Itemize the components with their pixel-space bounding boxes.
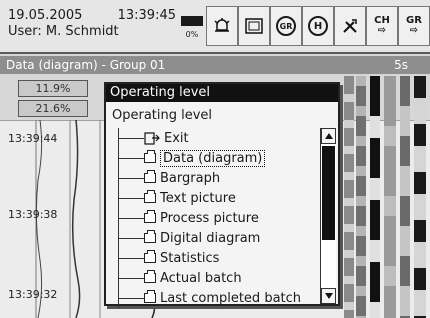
- menu-item-statistics[interactable]: Statistics: [118, 248, 219, 268]
- scroll-up-button[interactable]: [321, 128, 336, 144]
- menu-item-label: Digital diagram: [160, 230, 261, 246]
- channel-next-button[interactable]: CH ⇨: [366, 6, 398, 46]
- alarm-icon: [214, 18, 230, 32]
- timestamp-1: 13:39:44: [8, 132, 58, 145]
- menu-title: Operating level: [106, 84, 338, 102]
- digital-strip-5: [400, 76, 410, 318]
- menu-item-bargraph[interactable]: Bargraph: [118, 168, 220, 188]
- status-time: 13:39:45: [117, 8, 176, 23]
- menu-item-data-diagram[interactable]: Data (diagram): [118, 148, 266, 168]
- menu-item-label: Process picture: [160, 210, 259, 226]
- alarm-button[interactable]: [206, 6, 238, 46]
- scroll-down-button[interactable]: [321, 288, 336, 304]
- tree-branch: [118, 257, 144, 259]
- folder-icon: [144, 250, 156, 263]
- timestamp-2: 13:39:38: [8, 208, 58, 221]
- menu-item-exit[interactable]: Exit: [118, 128, 189, 148]
- folder-icon: [144, 230, 156, 243]
- tree-branch: [118, 237, 144, 239]
- top-status-bar: 19.05.2005 13:39:45 User: M. Schmidt 0%: [0, 0, 430, 54]
- menu-item-text-picture[interactable]: Text picture: [118, 188, 236, 208]
- group-header: Data (diagram) - Group 01 5s: [0, 56, 430, 74]
- channel-next-icon: CH ⇨: [374, 15, 390, 36]
- tree-branch: [118, 217, 144, 219]
- group-interval: 5s: [394, 58, 408, 72]
- operating-level-menu[interactable]: Operating level Operating level Exit Dat…: [104, 82, 340, 308]
- status-user: User: M. Schmidt: [8, 24, 119, 39]
- group-next-button[interactable]: GR ⇨: [398, 6, 430, 46]
- folder-icon: [144, 290, 156, 303]
- channel-value-1: 11.9%: [18, 80, 88, 97]
- menu-list: Exit Data (diagram) Bargraph Text pictur…: [106, 128, 320, 308]
- group-icon: GR: [276, 16, 296, 36]
- folder-icon: [144, 270, 156, 283]
- digital-strip-3: [370, 76, 380, 318]
- menu-item-label: Actual batch: [160, 270, 242, 286]
- menu-item-label: Data (diagram): [160, 149, 266, 167]
- menu-item-digital-diagram[interactable]: Digital diagram: [118, 228, 260, 248]
- memory-indicator-icon: 0%: [176, 8, 208, 46]
- status-info: 19.05.2005 13:39:45 User: M. Schmidt: [8, 8, 176, 50]
- folder-icon: [144, 150, 156, 163]
- channel-value-2: 21.6%: [18, 100, 88, 117]
- menu-item-last-completed-batch[interactable]: Last completed batch: [118, 288, 301, 308]
- menu-item-actual-batch[interactable]: Actual batch: [118, 268, 242, 288]
- group-next-icon: GR ⇨: [406, 15, 422, 36]
- tree-branch: [118, 297, 144, 299]
- arrow-up-icon: [325, 133, 333, 139]
- group-title: Data (diagram) - Group 01: [6, 58, 166, 72]
- menu-item-label: Text picture: [160, 190, 236, 206]
- recorder-screen: 19.05.2005 13:39:45 User: M. Schmidt 0%: [0, 0, 430, 318]
- tree-branch: [118, 197, 144, 199]
- menu-item-label: Statistics: [160, 250, 220, 266]
- digital-strip-2: [356, 76, 366, 318]
- menu-scrollbar[interactable]: [320, 128, 336, 304]
- folder-icon: [144, 190, 156, 203]
- digital-strip-4: [384, 76, 396, 318]
- menu-item-label: Exit: [164, 130, 189, 146]
- tree-branch: [118, 177, 144, 179]
- home-button[interactable]: H: [302, 6, 334, 46]
- folder-icon: [144, 210, 156, 223]
- tools-icon: [343, 19, 357, 33]
- menu-item-process-picture[interactable]: Process picture: [118, 208, 259, 228]
- scroll-thumb[interactable]: [322, 146, 335, 240]
- display-button[interactable]: [238, 6, 270, 46]
- digital-strip-1: [344, 76, 354, 318]
- tree-branch: [118, 277, 144, 279]
- group-button[interactable]: GR: [270, 6, 302, 46]
- memory-percent: 0%: [185, 29, 199, 39]
- exit-icon: [144, 132, 160, 145]
- arrow-down-icon: [325, 293, 333, 299]
- folder-icon: [144, 170, 156, 183]
- timestamp-3: 13:39:32: [8, 288, 58, 301]
- tools-button[interactable]: [334, 6, 366, 46]
- home-icon: H: [308, 16, 328, 36]
- menu-subtitle: Operating level: [112, 108, 213, 123]
- tree-branch: [118, 137, 144, 139]
- status-date: 19.05.2005: [8, 8, 83, 23]
- digital-strip-6: [414, 76, 426, 318]
- menu-item-label: Bargraph: [160, 170, 221, 186]
- menu-item-label: Last completed batch: [160, 290, 302, 306]
- display-icon: [245, 18, 263, 34]
- tree-branch: [118, 157, 144, 159]
